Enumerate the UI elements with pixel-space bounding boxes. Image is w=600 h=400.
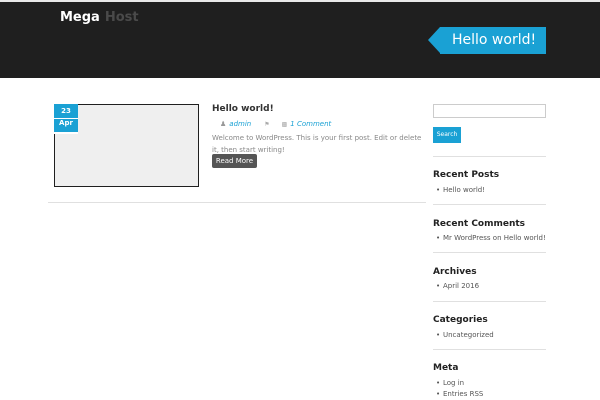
date-badge: 23 Apr (54, 104, 78, 134)
post-comments-link[interactable]: 1 Comment (290, 120, 331, 128)
category-item[interactable]: Uncategorized (436, 331, 494, 339)
post-meta: ♟ admin ⚑ ▩ 1 Comment (220, 120, 331, 128)
sidebar-divider (433, 204, 546, 205)
recent-comment-item[interactable]: Mr WordPress on Hello world! (436, 234, 546, 242)
tag-icon: ⚑ (264, 120, 270, 128)
date-month: Apr (59, 119, 73, 127)
site-logo[interactable]: Mega Host (60, 10, 139, 25)
content-divider (48, 202, 426, 203)
site-header: Mega Host Hello world! (0, 2, 600, 78)
sidebar-divider (433, 349, 546, 350)
recent-comments-title: Recent Comments (433, 219, 526, 229)
page-title: Hello world! (440, 27, 546, 54)
page-title-ribbon: Hello world! (428, 27, 546, 54)
site-name-primary: Mega (60, 10, 100, 25)
archive-item[interactable]: April 2016 (436, 282, 479, 290)
user-icon: ♟ (220, 120, 227, 128)
recent-posts-title: Recent Posts (433, 170, 500, 180)
post-title[interactable]: Hello world! (212, 104, 274, 114)
post-excerpt: Welcome to WordPress. This is your first… (212, 134, 422, 154)
date-day: 23 (61, 107, 71, 115)
search-input[interactable] (433, 104, 546, 118)
read-more-button[interactable]: Read More (212, 154, 257, 168)
categories-title: Categories (433, 315, 488, 325)
meta-login-link[interactable]: Log in (436, 379, 464, 387)
search-button[interactable]: Search (433, 127, 461, 143)
recent-post-item[interactable]: Hello world! (436, 186, 485, 194)
meta-rss-link[interactable]: Entries RSS (436, 390, 483, 398)
sidebar-divider (433, 252, 546, 253)
sidebar-divider (433, 301, 546, 302)
site-name-secondary: Host (104, 10, 139, 25)
post-author-link[interactable]: admin (229, 120, 251, 128)
comment-icon: ▩ (281, 120, 288, 128)
sidebar-divider (433, 156, 546, 157)
archives-title: Archives (433, 267, 477, 277)
ribbon-tip (428, 27, 440, 53)
meta-title: Meta (433, 363, 459, 373)
